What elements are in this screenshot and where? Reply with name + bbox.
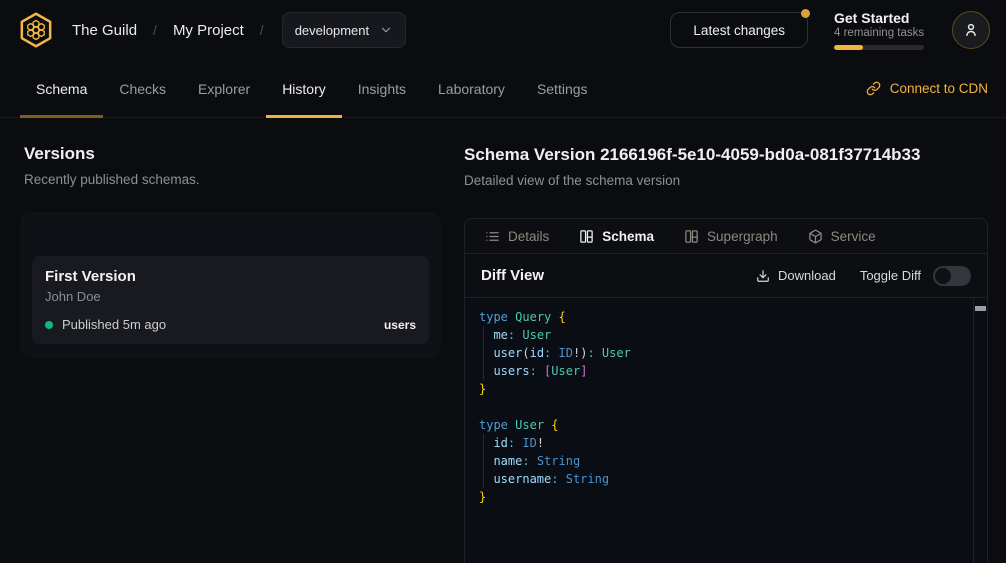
detail-tab-label: Supergraph (707, 229, 778, 244)
connect-to-cdn-label: Connect to CDN (890, 81, 988, 96)
target-selector-value: development (295, 23, 369, 38)
get-started-progress-track (834, 45, 924, 50)
service-name-badge: users (384, 318, 416, 332)
download-button[interactable]: Download (756, 268, 836, 283)
code-line: } (479, 380, 973, 398)
code-line: me: User (479, 326, 973, 344)
chevron-down-icon (379, 23, 393, 37)
published-status-dot (45, 321, 53, 329)
toggle-diff-label: Toggle Diff (860, 268, 921, 283)
tab-laboratory[interactable]: Laboratory (422, 60, 521, 117)
versions-subtitle: Recently published schemas. (24, 172, 200, 187)
code-line: id: ID! (479, 434, 973, 452)
user-avatar-button[interactable] (952, 11, 990, 49)
code-line: type User { (479, 416, 973, 434)
app-header: The Guild / My Project / development Lat… (0, 0, 1006, 60)
code-block: type Query { me: User user(id: ID!): Use… (465, 298, 987, 516)
person-icon (962, 21, 980, 39)
detail-tab-schema[interactable]: Schema (579, 229, 654, 244)
detail-tab-supergraph[interactable]: Supergraph (684, 229, 778, 244)
breadcrumb-separator: / (153, 22, 157, 38)
versions-list-card: First Version John Doe Published 5m ago … (20, 212, 441, 358)
code-line: type Query { (479, 308, 973, 326)
tab-history[interactable]: History (266, 60, 342, 117)
schema-sdl-viewer[interactable]: type Query { me: User user(id: ID!): Use… (465, 298, 987, 563)
toggle-diff-switch[interactable] (933, 266, 971, 286)
code-scrollbar-track[interactable] (973, 298, 987, 563)
primary-nav-tabs: SchemaChecksExplorerHistoryInsightsLabor… (20, 60, 604, 117)
get-started-widget[interactable]: Get Started 4 remaining tasks (834, 10, 926, 50)
get-started-progress-fill (834, 45, 863, 50)
breadcrumb-organization[interactable]: The Guild (72, 22, 137, 39)
versions-header: Versions Recently published schemas. (24, 144, 200, 187)
diff-view-toolbar: Diff View Download Toggle Diff (465, 254, 987, 298)
tab-insights[interactable]: Insights (342, 60, 422, 117)
connect-to-cdn-button[interactable]: Connect to CDN (866, 60, 988, 117)
list-icon (485, 229, 500, 244)
columns-icon (579, 229, 594, 244)
code-line: } (479, 488, 973, 506)
detail-tab-label: Schema (602, 229, 654, 244)
code-line: name: String (479, 452, 973, 470)
versions-title: Versions (24, 144, 200, 164)
detail-tabs: Details Schema Supergraph Service (465, 219, 987, 254)
download-label: Download (778, 268, 836, 283)
get-started-remaining-tasks: 4 remaining tasks (834, 27, 926, 39)
toggle-diff-knob (935, 268, 951, 284)
detail-tab-label: Details (508, 229, 549, 244)
schema-version-title: Schema Version 2166196f-5e10-4059-bd0a-0… (464, 145, 994, 165)
detail-tab-service[interactable]: Service (808, 229, 876, 244)
version-list-item[interactable]: First Version John Doe Published 5m ago … (32, 256, 429, 344)
get-started-title: Get Started (834, 10, 926, 26)
breadcrumb-project[interactable]: My Project (173, 22, 244, 39)
code-scrollbar-thumb[interactable] (975, 306, 986, 311)
code-line: username: String (479, 470, 973, 488)
version-author: John Doe (45, 289, 416, 304)
tab-explorer[interactable]: Explorer (182, 60, 266, 117)
breadcrumb-separator: / (260, 22, 264, 38)
tab-schema[interactable]: Schema (20, 60, 103, 117)
published-status-text: Published 5m ago (62, 317, 166, 332)
latest-changes-button[interactable]: Latest changes (670, 12, 808, 48)
version-name: First Version (45, 268, 416, 285)
columns-icon (684, 229, 699, 244)
cube-icon (808, 229, 823, 244)
notification-dot (801, 9, 810, 18)
version-detail-panel: Details Schema Supergraph Service Diff View… (464, 218, 988, 563)
guild-hive-logo-icon[interactable] (16, 10, 56, 50)
diff-view-title: Diff View (481, 267, 544, 284)
latest-changes-label: Latest changes (693, 23, 785, 38)
code-line: users: [User] (479, 362, 973, 380)
target-selector-dropdown[interactable]: development (282, 12, 406, 48)
version-detail-header: Schema Version 2166196f-5e10-4059-bd0a-0… (464, 145, 994, 188)
code-line: user(id: ID!): User (479, 344, 973, 362)
detail-tab-label: Service (831, 229, 876, 244)
schema-version-subtitle: Detailed view of the schema version (464, 173, 994, 188)
download-icon (756, 269, 770, 283)
primary-nav: SchemaChecksExplorerHistoryInsightsLabor… (0, 60, 1006, 118)
tab-checks[interactable]: Checks (103, 60, 182, 117)
code-line (479, 398, 973, 416)
link-icon (866, 81, 881, 96)
tab-settings[interactable]: Settings (521, 60, 604, 117)
detail-tab-details[interactable]: Details (485, 229, 549, 244)
